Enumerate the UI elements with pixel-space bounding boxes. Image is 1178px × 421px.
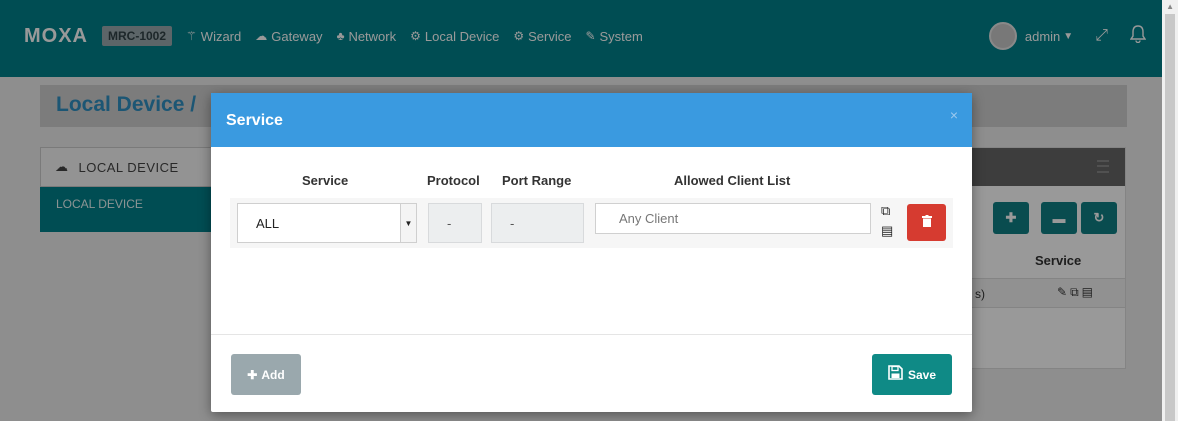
trash-icon xyxy=(921,215,932,230)
close-icon[interactable]: × xyxy=(950,107,958,123)
service-select[interactable]: ALL ▼ xyxy=(237,203,417,243)
modal-title: Service xyxy=(226,112,283,129)
scrollbar-thumb[interactable] xyxy=(1165,14,1175,421)
save-button[interactable]: Save xyxy=(872,354,952,395)
column-header-service: Service xyxy=(302,173,349,188)
floppy-disk-icon xyxy=(888,364,903,385)
save-button-label: Save xyxy=(907,367,937,382)
copy-icon[interactable]: ⧉ xyxy=(881,203,890,219)
delete-row-button[interactable] xyxy=(907,204,946,241)
column-header-port-range: Port Range xyxy=(502,173,572,188)
port-range-field: - xyxy=(491,203,584,243)
service-select-value: ALL xyxy=(256,216,280,231)
modal-header: Service × xyxy=(211,93,972,147)
add-button[interactable]: ✚ Add xyxy=(231,354,301,395)
add-button-label: Add xyxy=(261,367,285,382)
scroll-up-icon[interactable]: ▲ xyxy=(1166,2,1174,11)
paste-icon[interactable]: ▤ xyxy=(881,223,893,239)
service-modal: Service × Service Protocol Port Range Al… xyxy=(211,93,972,412)
plus-icon: ✚ xyxy=(247,367,258,382)
modal-footer: ✚ Add Save xyxy=(211,334,972,412)
protocol-field: - xyxy=(428,203,482,243)
column-header-protocol: Protocol xyxy=(427,173,480,188)
page-scrollbar[interactable]: ▲ xyxy=(1162,0,1178,421)
allowed-client-input[interactable] xyxy=(595,203,871,234)
chevron-down-icon[interactable]: ▼ xyxy=(400,204,416,242)
column-header-allowed-clients: Allowed Client List xyxy=(674,173,791,188)
